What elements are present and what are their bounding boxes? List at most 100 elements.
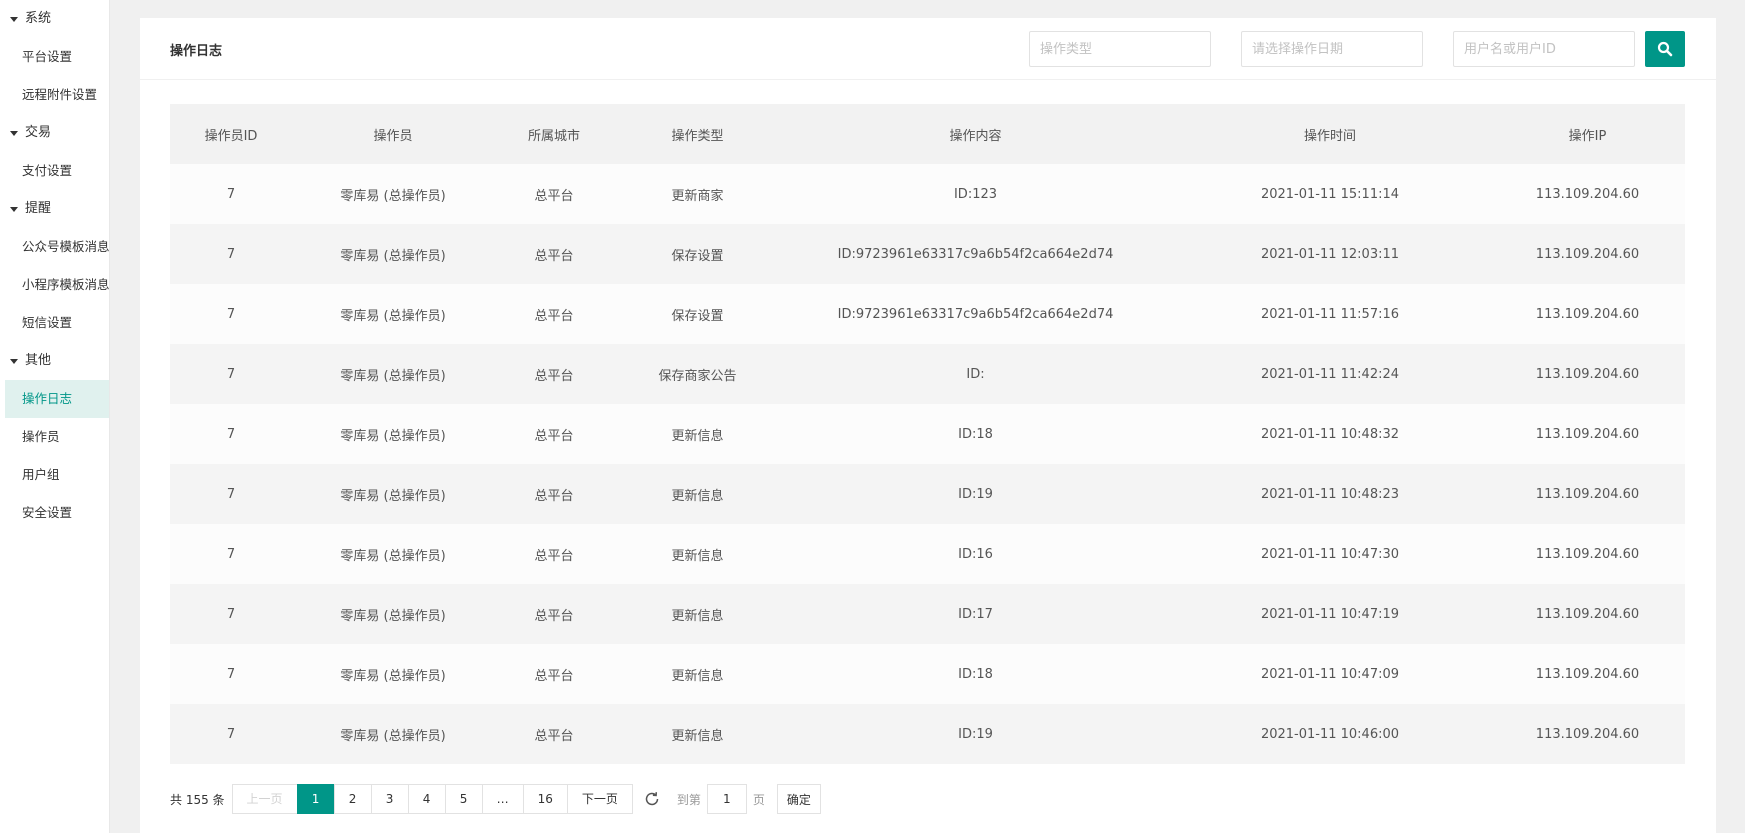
page-button-5[interactable]: 5	[444, 784, 483, 814]
city-cell: 总平台	[534, 368, 574, 384]
operator-id-cell: 7	[226, 546, 236, 562]
total-count: 共 155 条	[170, 792, 225, 807]
sidebar-group-label: 交易	[25, 125, 52, 140]
operation-content-cell: ID:9723961e63317c9a6b54f2ca664e2d74	[837, 246, 1114, 262]
page-button-16[interactable]: 16	[522, 784, 568, 814]
operation-type-cell: 更新信息	[671, 608, 724, 624]
refresh-button[interactable]	[643, 790, 661, 808]
user-search-input[interactable]	[1453, 31, 1635, 67]
sidebar-item-operation-log[interactable]: 操作日志	[5, 380, 109, 418]
sidebar-item-wechat-template[interactable]: 公众号模板消息	[0, 228, 110, 266]
operation-content-cell: ID:	[966, 366, 985, 382]
page-button-2[interactable]: 2	[333, 784, 372, 814]
sidebar-item-payment-settings[interactable]: 支付设置	[0, 152, 109, 190]
operator-id-cell: 7	[226, 366, 236, 382]
operator-cell: 零库易 (总操作员)	[340, 188, 446, 204]
log-table: 操作员ID 操作员 所属城市 操作类型 操作内容 操作时间 操作IP 7 零库易 …	[170, 104, 1685, 764]
goto-confirm-button[interactable]: 确定	[776, 784, 821, 814]
table-row: 7 零库易 (总操作员) 总平台 更新信息 ID:18 2021-01-11 10:47:…	[170, 644, 1685, 704]
table-row: 7 零库易 (总操作员) 总平台 更新信息 ID:18 2021-01-11 10:48:…	[170, 404, 1685, 464]
operation-time-cell: 2021-01-11 11:57:16	[1260, 306, 1400, 322]
table-row: 7 零库易 (总操作员) 总平台 保存商家公告 ID: 2021-01-11 11:42:…	[170, 344, 1685, 404]
sidebar-item-sms-settings[interactable]: 短信设置	[0, 304, 109, 342]
operation-ip-cell: 113.109.204.60	[1535, 606, 1640, 622]
operation-time-cell: 2021-01-11 10:48:23	[1260, 486, 1400, 502]
city-cell: 总平台	[534, 488, 574, 504]
operation-time-cell: 2021-01-11 10:47:19	[1260, 606, 1400, 622]
table-row: 7 零库易 (总操作员) 总平台 更新商家 ID:123 2021-01-11 15:11…	[170, 164, 1685, 224]
table-body: 7 零库易 (总操作员) 总平台 更新商家 ID:123 2021-01-11 15:11…	[170, 164, 1685, 764]
sidebar-group-label: 提醒	[25, 201, 52, 216]
column-header: 操作员ID	[204, 128, 258, 144]
sidebar-group-other[interactable]: 其他	[0, 342, 109, 380]
search-icon	[1657, 41, 1673, 57]
page-button-4[interactable]: 4	[407, 784, 446, 814]
column-header: 所属城市	[527, 128, 580, 144]
sidebar-item-user-groups[interactable]: 用户组	[0, 456, 109, 494]
operation-type-cell: 更新信息	[671, 728, 724, 744]
log-table-wrap: 操作员ID 操作员 所属城市 操作类型 操作内容 操作时间 操作IP 7 零库易 …	[170, 104, 1685, 764]
operation-ip-cell: 113.109.204.60	[1535, 666, 1640, 682]
operator-id-cell: 7	[226, 726, 236, 742]
page-button-1[interactable]: 1	[296, 784, 335, 814]
operation-date-input[interactable]	[1241, 31, 1423, 67]
caret-down-icon	[10, 130, 18, 136]
sidebar-item-security-settings[interactable]: 安全设置	[0, 494, 109, 532]
operation-ip-cell: 113.109.204.60	[1535, 546, 1640, 562]
sidebar-item-platform-settings[interactable]: 平台设置	[0, 38, 109, 76]
operation-type-input[interactable]	[1029, 31, 1211, 67]
page-title: 操作日志	[170, 44, 223, 59]
sidebar-group-label: 其他	[25, 353, 52, 368]
sidebar-item-miniprogram-template[interactable]: 小程序模板消息	[0, 266, 110, 304]
operation-ip-cell: 113.109.204.60	[1535, 366, 1640, 382]
operation-type-cell: 保存设置	[671, 308, 724, 324]
operator-id-cell: 7	[226, 186, 236, 202]
operator-cell: 零库易 (总操作员)	[340, 668, 446, 684]
column-header: 操作类型	[671, 128, 724, 144]
operation-time-cell: 2021-01-11 10:47:30	[1260, 546, 1400, 562]
table-header-row: 操作员ID 操作员 所属城市 操作类型 操作内容 操作时间 操作IP	[170, 104, 1685, 164]
next-page-button[interactable]: 下一页	[566, 784, 633, 814]
operation-type-cell: 更新信息	[671, 548, 724, 564]
operator-cell: 零库易 (总操作员)	[340, 428, 446, 444]
sidebar-group-system[interactable]: 系统	[0, 0, 109, 38]
operation-content-cell: ID:123	[953, 186, 998, 202]
search-button[interactable]	[1645, 31, 1685, 67]
sidebar-group-trade[interactable]: 交易	[0, 114, 109, 152]
operator-cell: 零库易 (总操作员)	[340, 608, 446, 624]
operation-ip-cell: 113.109.204.60	[1535, 246, 1640, 262]
sidebar-item-remote-attachment[interactable]: 远程附件设置	[0, 76, 109, 114]
sidebar-group-remind[interactable]: 提醒	[0, 190, 109, 228]
operation-type-cell: 更新信息	[671, 428, 724, 444]
table-row: 7 零库易 (总操作员) 总平台 保存设置 ID:9723961e63317c9a6b5…	[170, 224, 1685, 284]
table-row: 7 零库易 (总操作员) 总平台 保存设置 ID:9723961e63317c9a6b5…	[170, 284, 1685, 344]
city-cell: 总平台	[534, 428, 574, 444]
table-row: 7 零库易 (总操作员) 总平台 更新信息 ID:19 2021-01-11 10:48:…	[170, 464, 1685, 524]
operator-cell: 零库易 (总操作员)	[340, 308, 446, 324]
operation-type-cell: 保存商家公告	[658, 368, 737, 384]
operation-time-cell: 2021-01-11 11:42:24	[1260, 366, 1400, 382]
operator-id-cell: 7	[226, 306, 236, 322]
operator-id-cell: 7	[226, 246, 236, 262]
page-button-3[interactable]: 3	[370, 784, 409, 814]
goto-page-input[interactable]	[706, 784, 747, 814]
caret-down-icon	[10, 206, 18, 212]
operation-ip-cell: 113.109.204.60	[1535, 486, 1640, 502]
operator-cell: 零库易 (总操作员)	[340, 248, 446, 264]
column-header: 操作员	[373, 128, 413, 144]
operator-cell: 零库易 (总操作员)	[340, 728, 446, 744]
sidebar-group-label: 系统	[25, 11, 52, 26]
operation-ip-cell: 113.109.204.60	[1535, 306, 1640, 322]
operation-ip-cell: 113.109.204.60	[1535, 186, 1640, 202]
column-header: 操作时间	[1303, 128, 1356, 144]
operation-ip-cell: 113.109.204.60	[1535, 726, 1640, 742]
operation-type-cell: 保存设置	[671, 248, 724, 264]
prev-page-button[interactable]: 上一页	[231, 784, 298, 814]
page-ellipsis: …	[481, 784, 524, 814]
operation-type-cell: 更新信息	[671, 668, 724, 684]
sidebar-item-operators[interactable]: 操作员	[0, 418, 109, 456]
city-cell: 总平台	[534, 188, 574, 204]
caret-down-icon	[10, 358, 18, 364]
operation-time-cell: 2021-01-11 12:03:11	[1260, 246, 1400, 262]
operation-content-cell: ID:9723961e63317c9a6b54f2ca664e2d74	[837, 306, 1114, 322]
